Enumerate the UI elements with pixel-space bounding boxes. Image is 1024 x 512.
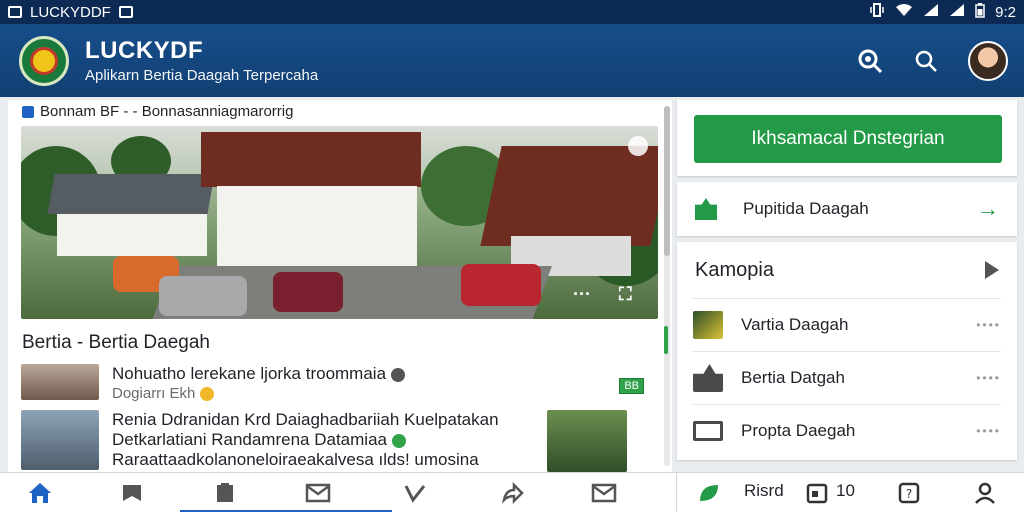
status-app-name: LUCKYDDF: [30, 3, 111, 21]
hero-image[interactable]: ··· ⛶: [21, 126, 658, 319]
nav-mail[interactable]: [584, 473, 624, 512]
nav-check[interactable]: [395, 473, 435, 512]
mail-icon: [591, 483, 617, 503]
news-item[interactable]: Renia Ddranidan Krd Daiaghadbariiah Kuel…: [21, 410, 627, 472]
home-icon: [29, 483, 51, 503]
mail-notification-icon: [118, 6, 133, 18]
wifi-icon: [895, 3, 913, 21]
document-icon: [217, 483, 233, 502]
category-item[interactable]: Propta Daegah ••••: [693, 404, 1001, 457]
category-label: Vartia Daagah: [741, 315, 849, 334]
nav-right-label[interactable]: Risrd: [744, 481, 784, 501]
nav-home[interactable]: [20, 473, 60, 512]
category-label: Bertia Datgah: [741, 368, 845, 387]
search-icon: [915, 50, 937, 72]
nav-help[interactable]: ?: [896, 473, 922, 512]
info-icon: [390, 367, 405, 382]
battery-icon: [975, 2, 985, 22]
share-icon: [501, 482, 524, 504]
mail-icon: [305, 483, 331, 503]
signal-icon: [923, 3, 939, 21]
categories-title: Kamopia: [695, 258, 774, 281]
news-line: Detkarlatiani Randamrena Datamiaa: [112, 430, 387, 449]
bottom-navigation: Risrd 10 ?: [0, 472, 1024, 512]
check-icon: [404, 485, 426, 503]
news-badge: BB: [619, 378, 644, 394]
more-dots-icon[interactable]: ••••: [976, 318, 1001, 332]
category-label: Propta Daegah: [741, 421, 856, 440]
user-avatar[interactable]: [968, 40, 1008, 81]
fullscreen-icon[interactable]: ⛶: [619, 284, 632, 305]
app-title: LUCKYDF: [85, 37, 204, 64]
scrollbar-thumb[interactable]: [664, 106, 670, 256]
categories-card: Kamopia Vartia Daagah •••• Bertia Datgah…: [677, 242, 1017, 460]
play-icon: [985, 261, 999, 279]
signal-icon-2: [949, 3, 965, 21]
nav-calendar[interactable]: [804, 473, 830, 512]
news-subtitle: Dogiarrı Ekh: [112, 385, 196, 402]
bookmark-icon: [123, 485, 141, 501]
card-icon: [693, 421, 723, 441]
section-title: Bertia - Bertia Daegah: [22, 332, 210, 353]
nav-profile[interactable]: [972, 473, 998, 512]
news-thumbnail: [21, 364, 99, 400]
nav-bookmarks[interactable]: [112, 473, 152, 512]
breadcrumb-text: Bonnam BF - - Bonnasanniagmarorrig: [40, 103, 294, 120]
discover-button[interactable]: [856, 47, 884, 75]
vibrate-icon: [869, 3, 885, 21]
nav-leaf[interactable]: [694, 473, 724, 512]
help-icon: ?: [898, 482, 920, 504]
image-notification-icon: [8, 6, 22, 18]
scroll-indicator: [664, 326, 668, 354]
nav-count: 10: [836, 481, 855, 500]
thumbs-up-icon: [693, 364, 723, 392]
thumbs-up-icon: [695, 198, 717, 220]
breadcrumb: Bonnam BF - - Bonnasanniagmarorrig: [22, 103, 293, 120]
category-item[interactable]: Bertia Datgah ••••: [693, 351, 1001, 404]
leaf-icon: [700, 485, 718, 501]
clock: 9:2: [995, 3, 1016, 21]
category-item[interactable]: Vartia Daagah ••••: [693, 298, 1001, 351]
news-thumbnail: [21, 410, 99, 470]
breadcrumb-icon: [22, 105, 34, 118]
app-logo: [19, 35, 69, 86]
categories-header[interactable]: Kamopia: [677, 242, 1017, 298]
app-header: LUCKYDF Aplikarn Bertia Daagah Terpercah…: [0, 24, 1024, 97]
arrow-right-icon: →: [977, 196, 999, 221]
link-label: Pupitida Daagah: [743, 199, 869, 218]
link-card[interactable]: Pupitida Daagah →: [677, 182, 1017, 236]
more-dots-icon[interactable]: ••••: [976, 424, 1001, 438]
main-feed: Bonnam BF - - Bonnasanniagmarorrig ··· ⛶…: [8, 100, 672, 472]
app-tagline: Aplikarn Bertia Daagah Terpercaha: [85, 67, 319, 84]
check-icon: [391, 433, 406, 448]
news-item[interactable]: Nohuatho lerekane ljorka troommaia Dogia…: [21, 364, 405, 404]
news-line: Raraattaadkolanoneloiraeakalvesa ılds! u…: [112, 450, 479, 469]
calendar-icon: [806, 483, 828, 504]
category-thumbnail: [693, 311, 723, 339]
svg-text:?: ?: [906, 487, 912, 501]
status-bar: LUCKYDDF 9:2: [0, 0, 1024, 24]
more-dots-icon[interactable]: ••••: [976, 371, 1001, 385]
profile-icon: [975, 482, 995, 504]
search-button[interactable]: [912, 47, 940, 75]
emoji-icon: [199, 387, 214, 402]
nav-inbox[interactable]: [298, 473, 338, 512]
sidebar: Ikhsamacal Dnstegrian Pupitida Daagah → …: [677, 100, 1017, 472]
news-title: Nohuatho lerekane ljorka troommaia: [112, 364, 387, 383]
more-icon[interactable]: ···: [573, 284, 591, 305]
primary-cta-button[interactable]: Ikhsamacal Dnstegrian: [694, 115, 1002, 163]
discover-icon: [858, 49, 883, 73]
news-thumbnail-right: [547, 410, 627, 472]
cta-card: Ikhsamacal Dnstegrian: [677, 100, 1017, 176]
nav-documents[interactable]: [205, 473, 245, 512]
nav-share[interactable]: [492, 473, 532, 512]
news-title: Renia Ddranidan Krd Daiaghadbariiah Kuel…: [112, 410, 499, 429]
zoom-icon[interactable]: [628, 136, 648, 156]
